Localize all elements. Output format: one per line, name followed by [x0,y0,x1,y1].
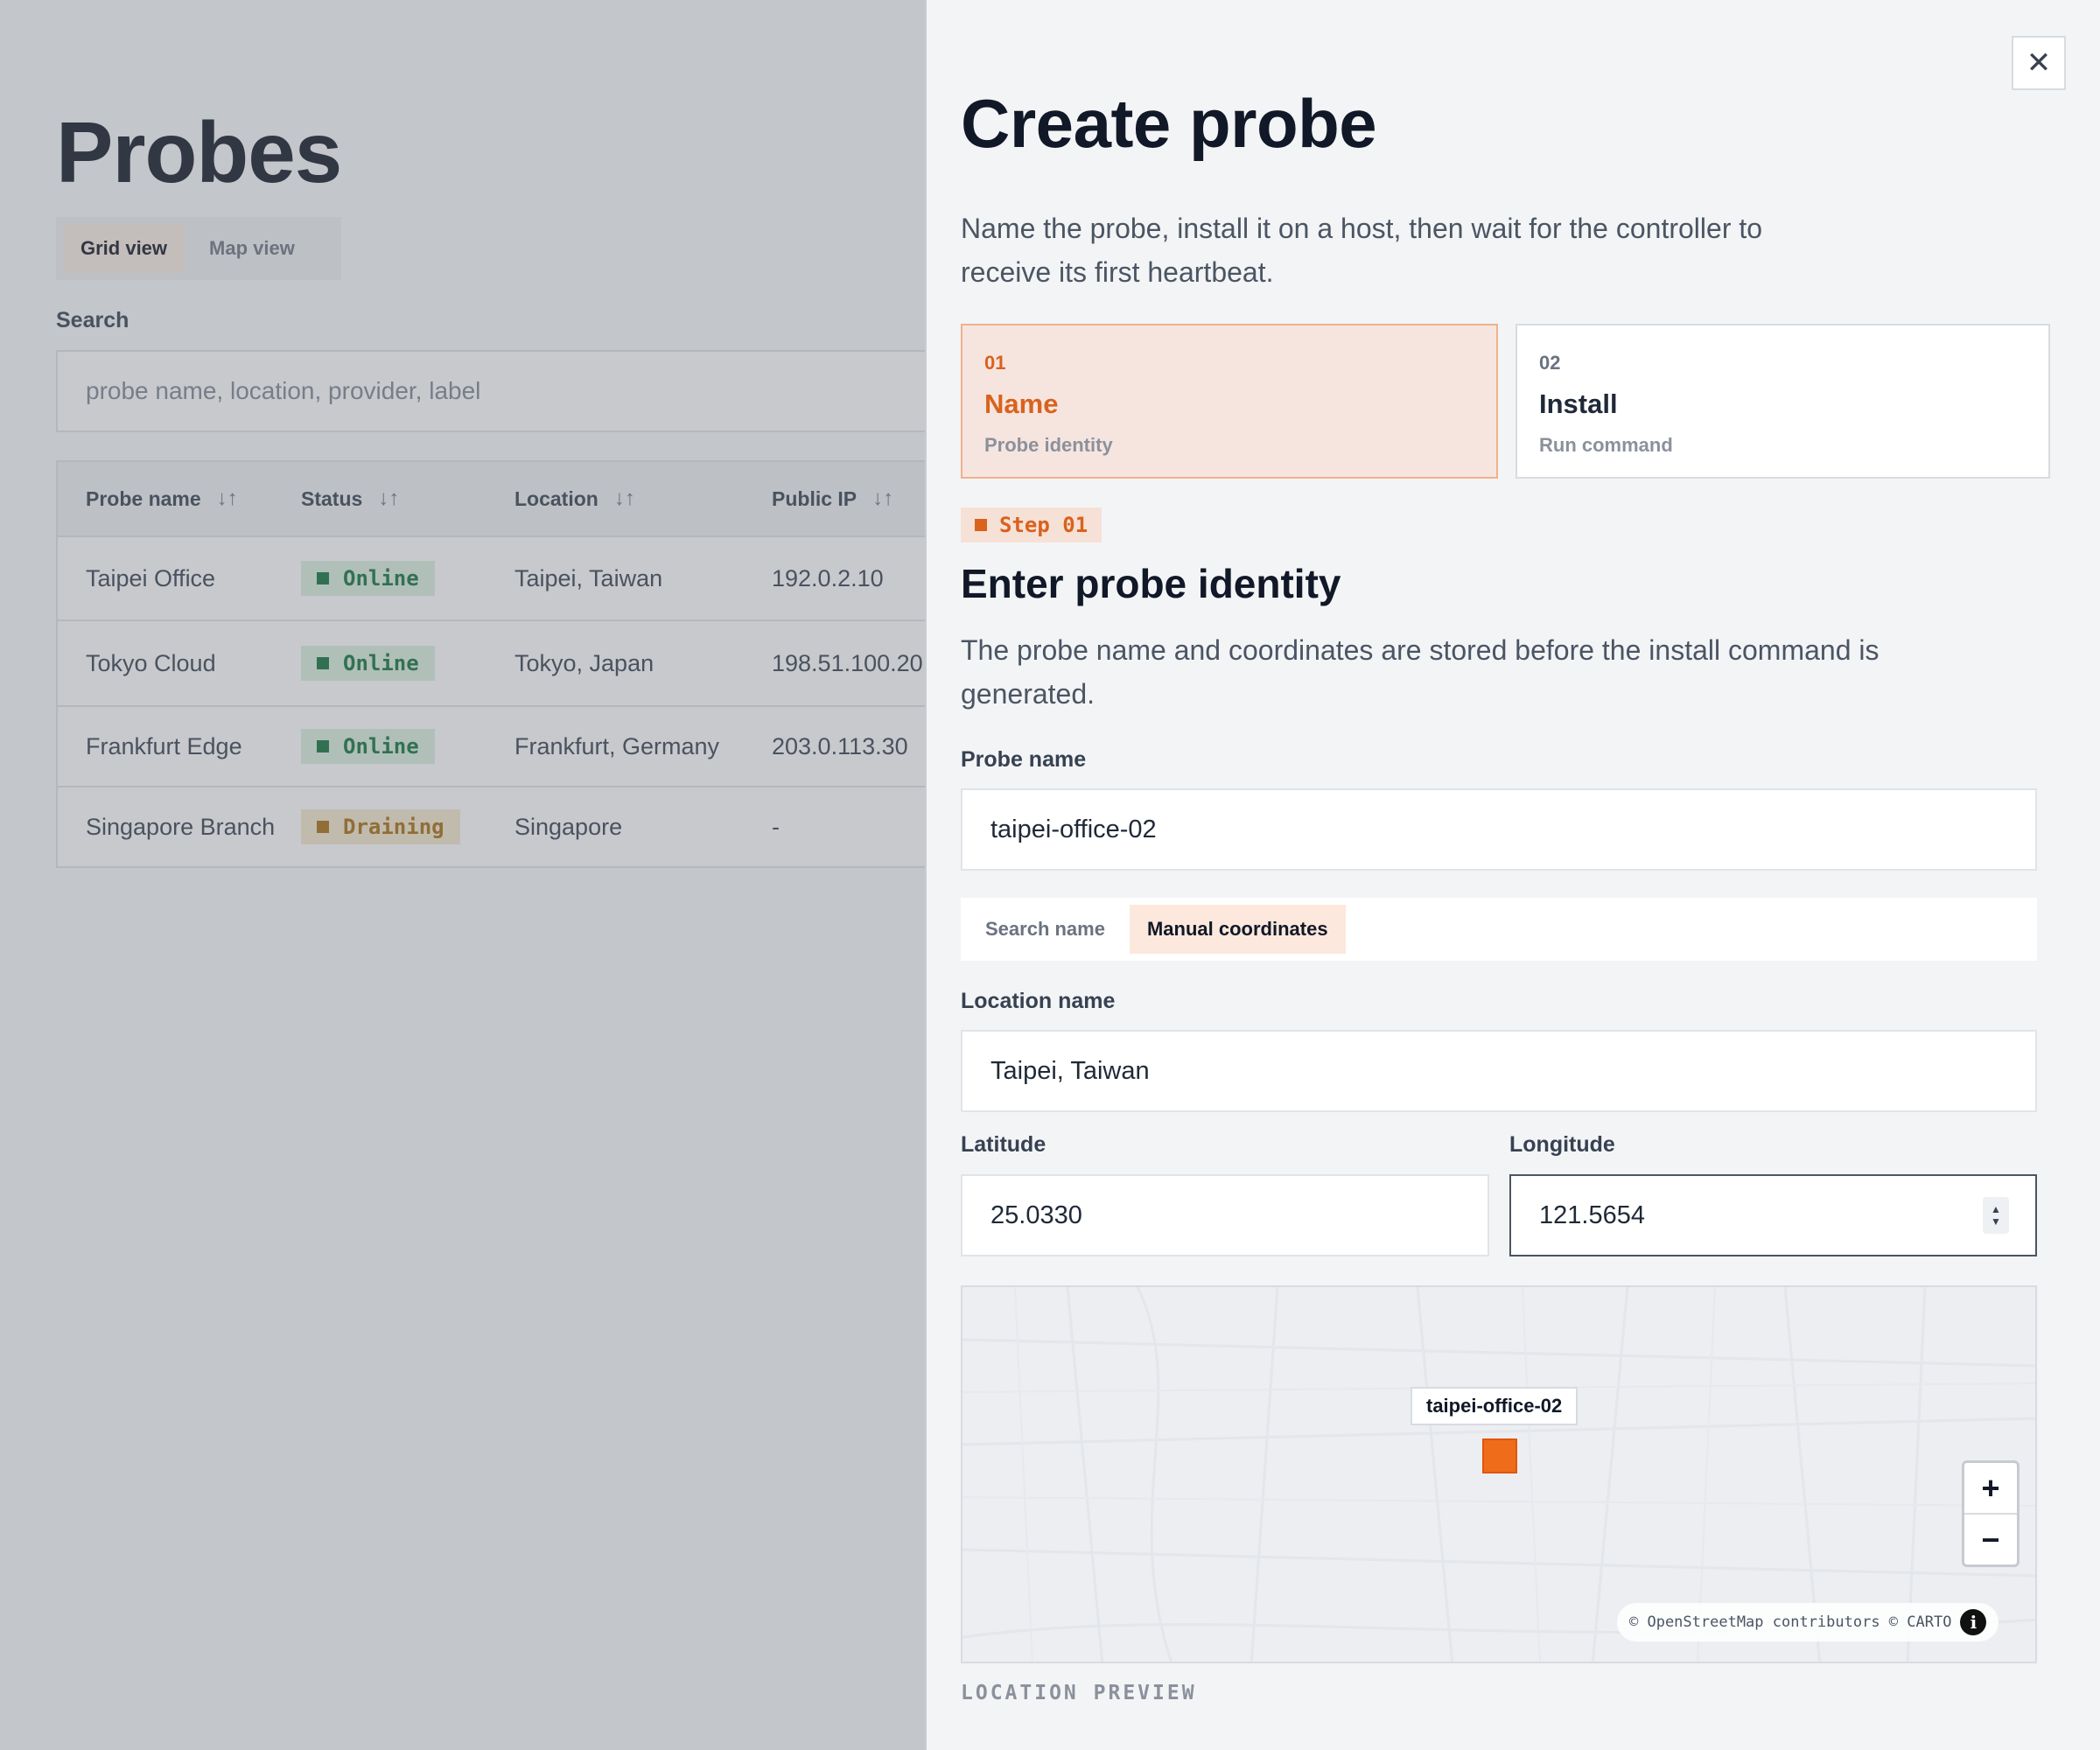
zoom-in-button[interactable]: + [1964,1463,2017,1513]
number-stepper[interactable]: ▲ ▼ [1983,1197,2009,1234]
location-name-input[interactable]: Taipei, Taiwan [961,1030,2037,1112]
step-number: 02 [1539,352,1561,374]
step-square-icon [975,519,987,531]
section-title: Enter probe identity [961,561,1341,606]
section-description: The probe name and coordinates are store… [961,634,1880,710]
close-icon: ✕ [2026,46,2052,80]
drawer-title: Create probe [961,85,1377,162]
longitude-label: Longitude [1509,1132,1615,1157]
step-card-name[interactable]: 01 Name Probe identity [961,324,1498,479]
tab-search-name[interactable]: Search name [968,905,1123,954]
close-button[interactable]: ✕ [2012,36,2066,90]
stepper-down-icon[interactable]: ▼ [1991,1215,2001,1228]
probe-name-input[interactable]: taipei-office-02 [961,788,2037,871]
zoom-out-button[interactable]: − [1964,1513,2017,1564]
stepper-up-icon[interactable]: ▲ [1991,1203,2001,1215]
location-marker-icon[interactable] [1482,1438,1517,1474]
step-number: 01 [984,352,1006,374]
location-mode-tabs: Search name Manual coordinates [961,898,2037,961]
longitude-input[interactable]: 121.5654 ▲ ▼ [1509,1174,2037,1256]
zoom-control: + − [1962,1460,2020,1567]
probe-name-label: Probe name [961,747,1087,772]
marker-label: taipei-office-02 [1410,1387,1578,1425]
step-card-install[interactable]: 02 Install Run command [1516,324,2050,479]
tab-manual-coordinates[interactable]: Manual coordinates [1129,905,1346,954]
step-tag: Step 01 [961,508,1102,542]
step-name: Install [1539,388,1618,419]
map-attribution: © OpenStreetMap contributors © CARTO i [1617,1603,1999,1642]
modal-overlay[interactable] [0,0,926,1750]
drawer-description: Name the probe, install it on a host, th… [961,213,1763,288]
step-subtitle: Run command [1539,434,1673,456]
location-preview-map[interactable]: taipei-office-02 + − © OpenStreetMap con… [961,1285,2037,1663]
step-name: Name [984,388,1059,419]
map-caption: LOCATION PREVIEW [961,1682,1197,1704]
location-name-label: Location name [961,989,1116,1013]
latitude-input[interactable]: 25.0330 [961,1174,1489,1256]
step-subtitle: Probe identity [984,434,1113,456]
latitude-label: Latitude [961,1132,1046,1157]
info-icon[interactable]: i [1960,1609,1987,1635]
